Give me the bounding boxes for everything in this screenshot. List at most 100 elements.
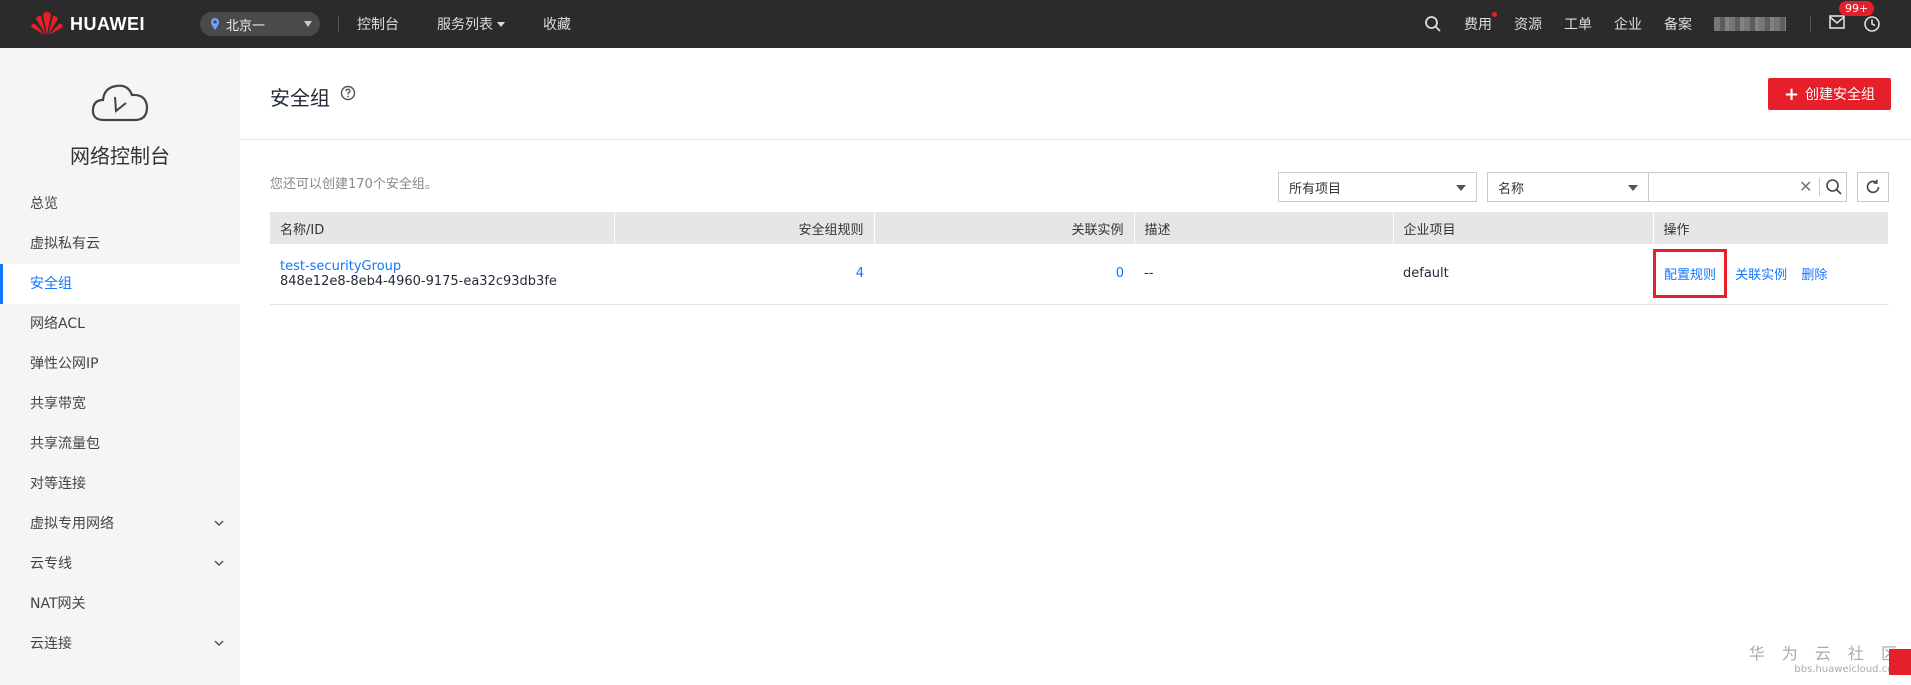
nav-filing[interactable]: 备案 (1664, 14, 1692, 34)
sidebar-item-vpn-label: 虚拟专用网络 (30, 516, 114, 532)
clear-icon[interactable]: ✕ (1799, 177, 1812, 196)
configure-rules-link[interactable]: 配置规则 (1653, 249, 1728, 299)
create-security-group-button[interactable]: + 创建安全组 (1768, 78, 1891, 110)
refresh-icon (1866, 179, 1880, 194)
message-button[interactable]: 99+ (1829, 1, 1875, 33)
rules-count-link[interactable]: 4 (856, 266, 864, 281)
nav-console-label: 控制台 (357, 17, 399, 33)
plus-icon: + (1783, 83, 1800, 105)
table-row: test-securityGroup 848e12e8-8eb4-4960-91… (270, 244, 1889, 305)
security-group-table: 名称/ID 安全组规则 关联实例 描述 企业项目 操作 test-securit… (270, 212, 1889, 305)
nav-favorites[interactable]: 收藏 (543, 14, 571, 34)
column-header-rules[interactable]: 安全组规则 (614, 212, 875, 244)
enterprise-project-cell: default (1393, 244, 1653, 305)
security-group-name-link[interactable]: test-securityGroup (280, 259, 604, 274)
sidebar-menu: 总览 虚拟私有云 安全组 网络ACL 弹性公网IP 共享带宽 共享流量包 对等连… (0, 184, 240, 664)
main-content: 安全组 + 创建安全组 您还可以创建170个安全组。 所有项目 名称 ✕ 名称/… (240, 48, 1911, 685)
divider (1819, 178, 1820, 196)
sidebar-item-nat-gateway[interactable]: NAT网关 (0, 584, 240, 624)
help-icon[interactable] (340, 85, 356, 101)
watermark-title: 华 为 云 社 区 (1748, 644, 1903, 663)
instances-cell: 0 (874, 244, 1134, 305)
instances-count-link[interactable]: 0 (1116, 266, 1124, 281)
cloud-network-icon (91, 84, 149, 122)
search-field-value: 名称 (1498, 181, 1525, 197)
divider (338, 16, 339, 32)
search-icon[interactable] (1825, 178, 1843, 196)
sidebar: 网络控制台 总览 虚拟私有云 安全组 网络ACL 弹性公网IP 共享带宽 共享流… (0, 48, 240, 685)
sidebar-item-direct-connect-label: 云专线 (30, 556, 72, 572)
sidebar-item-security-group[interactable]: 安全组 (0, 264, 240, 304)
huawei-logo[interactable]: HUAWEI (30, 11, 200, 37)
create-security-group-label: 创建安全组 (1805, 87, 1876, 103)
region-label: 北京一 (226, 18, 266, 34)
nav-console[interactable]: 控制台 (357, 14, 399, 34)
search-box: ✕ (1648, 172, 1847, 202)
project-filter-value: 所有项目 (1289, 181, 1342, 197)
project-filter-select[interactable]: 所有项目 (1278, 172, 1477, 202)
nav-enterprise[interactable]: 企业 (1614, 14, 1642, 34)
sidebar-item-vpn[interactable]: 虚拟专用网络 (0, 504, 240, 544)
watermark-url: bbs.huaweicloud.com (1794, 664, 1903, 675)
column-header-instances[interactable]: 关联实例 (874, 212, 1135, 244)
nav-tickets[interactable]: 工单 (1564, 14, 1592, 34)
top-right-menu: 费用 资源 工单 企业 备案 99+ (1424, 0, 1911, 48)
notification-dot (1492, 12, 1497, 17)
message-count-badge: 99+ (1839, 1, 1875, 16)
community-watermark: 华 为 云 社 区 bbs.huaweicloud.com (1749, 640, 1903, 675)
username-blurred[interactable] (1714, 17, 1786, 31)
caret-down-icon (1456, 185, 1466, 191)
nav-service-list-label: 服务列表 (437, 17, 493, 33)
caret-down-icon (497, 21, 505, 27)
search-field-select[interactable]: 名称 (1487, 172, 1649, 202)
sidebar-item-shared-bandwidth[interactable]: 共享带宽 (0, 384, 240, 424)
sidebar-item-network-acl[interactable]: 网络ACL (0, 304, 240, 344)
quota-hint: 您还可以创建170个安全组。 (270, 177, 438, 192)
nav-billing-label: 费用 (1464, 17, 1492, 33)
sidebar-item-peering[interactable]: 对等连接 (0, 464, 240, 504)
sidebar-header: 网络控制台 (0, 48, 240, 178)
table-header-row: 名称/ID 安全组规则 关联实例 描述 企业项目 操作 (270, 212, 1889, 244)
sidebar-title: 网络控制台 (70, 144, 170, 168)
divider (1810, 16, 1811, 32)
associate-instance-link[interactable]: 关联实例 (1735, 268, 1787, 283)
chevron-down-icon (214, 520, 224, 527)
sidebar-item-shared-data-package[interactable]: 共享流量包 (0, 424, 240, 464)
location-pin-icon (211, 18, 219, 30)
search-input[interactable] (1649, 173, 1799, 201)
nav-favorites-label: 收藏 (543, 17, 571, 33)
sidebar-item-cloud-connect[interactable]: 云连接 (0, 624, 240, 664)
nav-resources[interactable]: 资源 (1514, 14, 1542, 34)
top-navigation-bar: HUAWEI 北京一 控制台 服务列表 收藏 费用 资源 工单 企业 备案 99… (0, 0, 1911, 48)
column-header-description[interactable]: 描述 (1134, 212, 1394, 244)
mail-icon (1829, 15, 1845, 29)
sidebar-item-overview[interactable]: 总览 (0, 184, 240, 224)
clock-icon[interactable] (1863, 15, 1881, 33)
name-id-cell: test-securityGroup 848e12e8-8eb4-4960-91… (270, 244, 614, 305)
chevron-down-icon (304, 21, 312, 27)
nav-service-list[interactable]: 服务列表 (437, 14, 505, 34)
sidebar-item-direct-connect[interactable]: 云专线 (0, 544, 240, 584)
chevron-down-icon (214, 560, 224, 567)
nav-billing[interactable]: 费用 (1464, 12, 1497, 34)
description-cell: -- (1134, 244, 1393, 305)
delete-link[interactable]: 删除 (1801, 268, 1827, 283)
column-header-operations: 操作 (1653, 212, 1889, 244)
column-header-enterprise-project[interactable]: 企业项目 (1393, 212, 1654, 244)
refresh-button[interactable] (1857, 172, 1889, 202)
sidebar-item-eip[interactable]: 弹性公网IP (0, 344, 240, 384)
chevron-down-icon (214, 640, 224, 647)
brand-name: HUAWEI (70, 13, 145, 34)
rules-cell: 4 (614, 244, 874, 305)
search-icon[interactable] (1424, 15, 1442, 33)
chat-icon[interactable] (1889, 649, 1911, 675)
column-header-name-id[interactable]: 名称/ID (270, 212, 615, 244)
sidebar-item-cloud-connect-label: 云连接 (30, 636, 72, 652)
sidebar-item-vpc[interactable]: 虚拟私有云 (0, 224, 240, 264)
security-group-id: 848e12e8-8eb4-4960-9175-ea32c93db3fe (280, 273, 557, 289)
page-title: 安全组 (270, 86, 330, 110)
operations-cell: 配置规则 关联实例 删除 (1653, 244, 1889, 305)
caret-down-icon (1628, 185, 1638, 191)
region-selector[interactable]: 北京一 (200, 12, 320, 36)
page-header: 安全组 + 创建安全组 (240, 48, 1911, 140)
